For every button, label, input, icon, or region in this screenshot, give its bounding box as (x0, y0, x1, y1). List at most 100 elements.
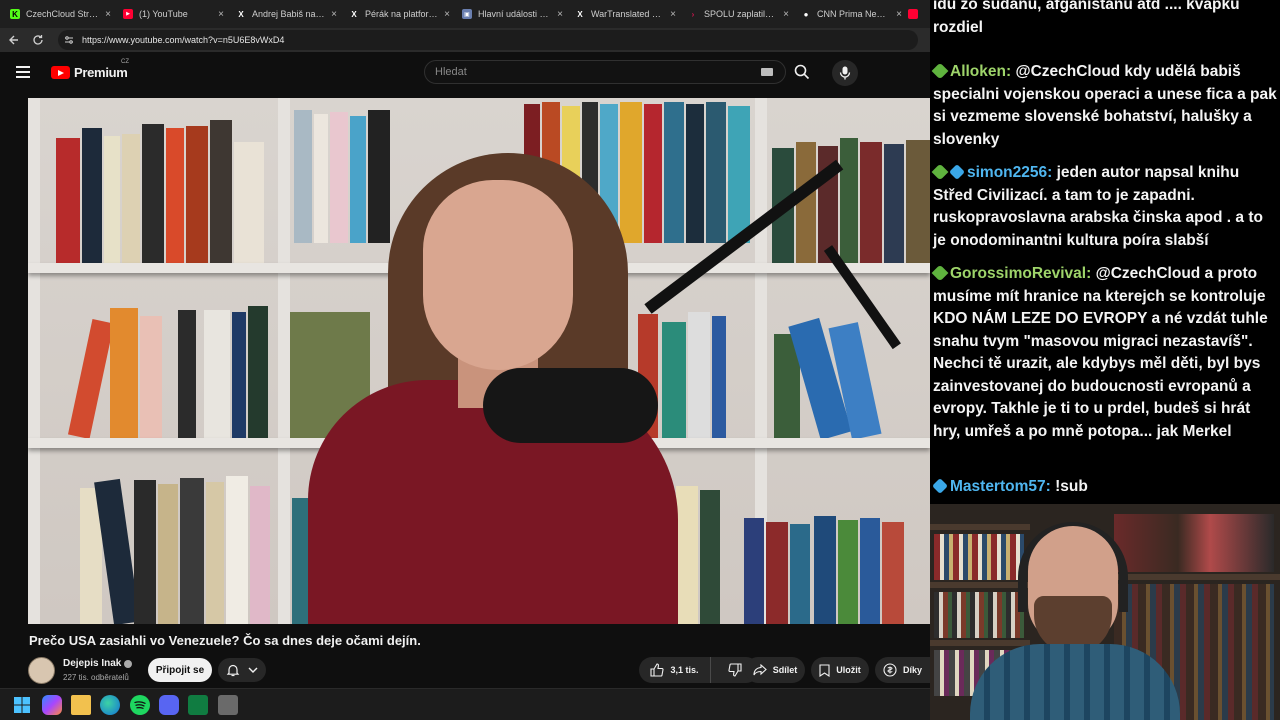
tab-label: Hlavní události — ČT (478, 9, 551, 19)
browser-tab-2[interactable]: X Andrej Babiš na platf × (230, 2, 343, 26)
sub-badge-icon (931, 163, 949, 181)
copilot-icon[interactable] (42, 695, 62, 715)
thumbs-down-icon (728, 663, 742, 677)
menu-icon[interactable] (16, 62, 36, 82)
book (700, 490, 720, 624)
chat-message: GorossimoRevival: @CzechCloud a proto mu… (931, 263, 1278, 443)
notification-bell-button[interactable] (218, 658, 266, 682)
stream-chat: idu zo sudanu, afganistanu atd .... kvap… (930, 0, 1280, 504)
chat-username[interactable]: GorossimoRevival (950, 265, 1086, 282)
voice-search-button[interactable] (832, 60, 858, 86)
shelf-post (278, 98, 290, 624)
x-icon: X (238, 9, 244, 19)
discord-icon[interactable] (159, 695, 179, 715)
tab-label: Pérák na platformě X: (365, 9, 439, 19)
book (226, 476, 248, 624)
share-label: Sdílet (772, 665, 798, 675)
keyboard-icon[interactable] (761, 68, 773, 76)
browser-tab-4[interactable]: ▣ Hlavní události — ČT × (456, 2, 569, 26)
book (838, 520, 858, 624)
search-input[interactable] (425, 66, 761, 78)
book (906, 140, 930, 263)
book (368, 110, 390, 243)
excel-icon[interactable] (188, 695, 208, 715)
save-button[interactable]: Uložit (811, 657, 869, 683)
close-icon[interactable]: × (557, 9, 563, 20)
browser-tab-1[interactable]: ▶ (1) YouTube × (117, 2, 230, 26)
kick-icon: K (10, 9, 20, 19)
browser-tab-6[interactable]: › SPOLU zaplatila statis × (682, 2, 795, 26)
share-button[interactable]: Sdílet (745, 657, 805, 683)
book (662, 322, 686, 438)
tab-label: CNN Prima News HD (817, 9, 890, 19)
book (166, 128, 184, 263)
tab-label: CzechCloud Stream - (26, 9, 100, 19)
windows-start-icon[interactable] (12, 695, 32, 715)
presenter-face (423, 180, 573, 370)
browser-tab-0[interactable]: K CzechCloud Stream - × (4, 2, 117, 26)
x-icon: X (577, 9, 583, 19)
chat-username[interactable]: simon2256 (967, 164, 1047, 181)
close-icon[interactable]: × (444, 9, 450, 20)
gem-badge-icon (932, 478, 948, 494)
taskbar (0, 688, 930, 720)
youtube-premium-logo[interactable]: Premium CZ (51, 59, 129, 80)
reload-button[interactable] (26, 28, 50, 52)
close-icon[interactable]: × (896, 9, 902, 20)
back-arrow-icon (9, 35, 18, 45)
join-button[interactable]: Připojit se (148, 658, 212, 682)
tab-label: WarTranslated na pla (591, 9, 664, 19)
thanks-label: Díky (902, 665, 922, 675)
chat-username[interactable]: Alloken (950, 63, 1006, 80)
reload-icon (33, 35, 43, 45)
chat-colon: : (1047, 164, 1057, 181)
site-info-icon[interactable] (64, 35, 74, 45)
chevron-down-icon (248, 667, 258, 673)
browser-tab-7[interactable]: ● CNN Prima News HD × (795, 2, 908, 26)
url-text: https://www.youtube.com/watch?v=n5U6E8vW… (82, 35, 285, 45)
sub-badge-icon (931, 264, 949, 282)
close-icon[interactable]: × (331, 9, 337, 20)
cnn-prima-icon: ● (803, 9, 809, 19)
book (314, 114, 328, 243)
book (122, 134, 140, 263)
book (330, 112, 348, 243)
calculator-icon[interactable] (218, 695, 238, 715)
search-button[interactable] (786, 60, 818, 84)
close-icon[interactable]: × (783, 9, 789, 20)
back-button[interactable] (2, 28, 26, 52)
chat-username[interactable]: Mastertom57 (950, 478, 1046, 495)
spotify-icon[interactable] (130, 695, 150, 715)
browser-tab-8[interactable] (908, 2, 922, 26)
tab-label: (1) YouTube (139, 9, 188, 19)
like-button[interactable]: 3,1 tis. (639, 657, 711, 683)
news-icon: › (691, 9, 695, 19)
book (790, 524, 810, 624)
video-player[interactable] (28, 98, 930, 624)
channel-name[interactable]: Dejepis Inak (63, 658, 133, 669)
x-icon: X (351, 9, 357, 19)
close-icon[interactable]: × (670, 9, 676, 20)
book (104, 136, 120, 263)
book (82, 128, 102, 263)
chat-colon: : (1045, 478, 1056, 495)
close-icon[interactable]: × (105, 9, 111, 20)
chat-message-text: !sub (1055, 478, 1088, 495)
book (56, 138, 80, 263)
thanks-button[interactable]: Díky (875, 657, 930, 683)
file-explorer-icon[interactable] (71, 695, 91, 715)
edge-icon[interactable] (100, 695, 120, 715)
url-field[interactable]: https://www.youtube.com/watch?v=n5U6E8vW… (58, 30, 918, 50)
book (664, 102, 684, 243)
browser-tab-5[interactable]: X WarTranslated na pla × (569, 2, 682, 26)
book (250, 486, 270, 624)
chat-message: idu zo sudanu, afganistanu atd .... kvap… (933, 0, 1278, 39)
books (934, 534, 1024, 580)
bell-icon (226, 664, 240, 677)
channel-name-text: Dejepis Inak (63, 658, 122, 669)
close-icon[interactable]: × (218, 9, 224, 20)
book (706, 102, 726, 243)
streamer-webcam (930, 504, 1280, 720)
browser-tab-3[interactable]: X Pérák na platformě X: × (343, 2, 456, 26)
channel-avatar[interactable] (28, 657, 55, 684)
